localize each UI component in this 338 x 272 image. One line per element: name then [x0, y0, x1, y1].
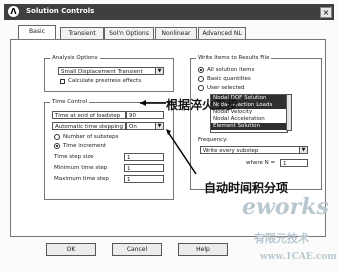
solution-controls-window: Λ Solution Controls × Basic Transient So…	[0, 0, 338, 272]
watermark-url: www.1CAE.com	[260, 252, 337, 262]
cancel-button[interactable]: Cancel	[112, 243, 162, 256]
annotation-quench-step: 根据淬火工步	[166, 98, 239, 112]
arrow-head-top	[140, 100, 146, 106]
arrow-line-bottom	[167, 131, 197, 175]
ok-button[interactable]: OK	[46, 243, 96, 256]
watermark-cn: 有限元技术	[254, 232, 309, 245]
watermark-brand: eworks	[242, 194, 329, 220]
help-button[interactable]: Help	[178, 243, 228, 256]
